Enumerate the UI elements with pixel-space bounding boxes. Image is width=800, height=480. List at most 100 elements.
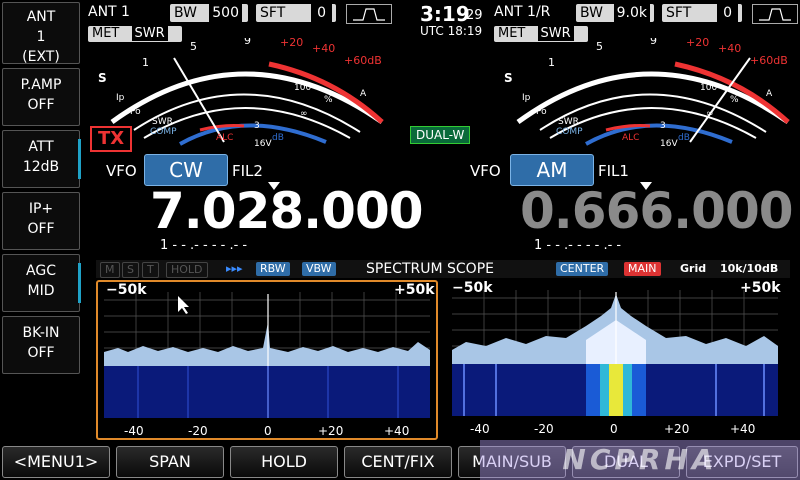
watermark: NCPRHA	[480, 440, 800, 480]
side-label: ATT	[28, 139, 54, 155]
bk-in-button[interactable]: BK-IN OFF	[2, 316, 80, 374]
svg-text:+60dB: +60dB	[750, 54, 788, 67]
svg-text:16V: 16V	[254, 139, 272, 148]
svg-text:100: 100	[294, 83, 311, 93]
preamp-button[interactable]: P.AMP OFF	[2, 68, 80, 126]
grid-label: Grid	[680, 262, 707, 275]
svg-text:3: 3	[660, 121, 666, 131]
sft-value: 0	[717, 4, 738, 22]
main-sft[interactable]: SFT 0	[256, 4, 336, 22]
vfo-label[interactable]: VFO	[470, 162, 501, 180]
sub-ant[interactable]: ANT 1/R	[494, 4, 550, 20]
svg-text:16V: 16V	[660, 139, 678, 148]
menu1-button[interactable]: <MENU1>	[2, 446, 110, 478]
side-label: AGC	[26, 263, 56, 279]
main-bw[interactable]: BW 500	[170, 4, 248, 22]
rbw-button[interactable]: RBW	[256, 262, 290, 276]
svg-text:%: %	[730, 95, 739, 105]
meter-s-label: S	[504, 71, 513, 85]
side-value: MID	[27, 283, 55, 299]
hold-button[interactable]: HOLD	[230, 446, 338, 478]
side-value: OFF	[27, 221, 55, 237]
svg-text:+20: +20	[686, 38, 709, 49]
svg-text:∞: ∞	[300, 109, 308, 119]
svg-text:A: A	[766, 89, 773, 99]
sft-value: 0	[311, 4, 332, 22]
filter-label[interactable]: FIL2	[232, 162, 263, 180]
main-ant[interactable]: ANT 1	[88, 4, 130, 20]
att-button[interactable]: ATT 12dB	[2, 130, 81, 188]
main-scope-button[interactable]: MAIN	[624, 262, 661, 276]
side-value: OFF	[27, 345, 55, 361]
side-label: IP+	[28, 201, 54, 217]
filter-shape-icon	[752, 4, 798, 24]
agc-indicator	[78, 263, 81, 303]
freq-main[interactable]: 7.028.000	[150, 182, 424, 240]
sub-meter: S Ip Po SWR COMP ALC 1 5 9 +20 +40 +60dB…	[504, 38, 790, 148]
svg-text:+40: +40	[718, 42, 741, 55]
sub-bw[interactable]: BW 9.0k	[576, 4, 654, 22]
center-mode-button[interactable]: CENTER	[556, 262, 609, 276]
scope-t: T	[142, 262, 159, 278]
freq-sub[interactable]: 0.666.000	[520, 182, 794, 240]
sft-label: SFT	[260, 5, 286, 21]
svg-text:+40: +40	[312, 42, 335, 55]
scope-right[interactable]: −50k +50k -40 -20 0 +20 +40	[446, 280, 790, 440]
tx-badge: TX	[90, 126, 133, 152]
scope-m: M	[100, 262, 120, 278]
meter-alc-label: ALC	[216, 133, 233, 143]
filter-label[interactable]: FIL1	[598, 162, 629, 180]
scope-tick: +20	[318, 424, 344, 438]
svg-text:COMP: COMP	[556, 127, 583, 137]
scope-toolbar: M S T HOLD ▸▸▸ RBW VBW SPECTRUM SCOPE CE…	[96, 260, 790, 278]
svg-text:9: 9	[650, 38, 657, 47]
side-menu: ANT 1 (EXT) P.AMP OFF ATT 12dB IP+ OFF A…	[0, 0, 82, 438]
side-label: ANT	[26, 9, 56, 25]
clock-utc: UTC 18:19	[420, 24, 483, 38]
clock-time: 3:19	[420, 2, 470, 26]
side-value: OFF	[27, 97, 55, 113]
side-value: 1	[36, 29, 46, 45]
cent-fix-button[interactable]: CENT/FIX	[344, 446, 452, 478]
svg-text:ALC: ALC	[622, 133, 639, 143]
svg-text:dB: dB	[272, 133, 284, 143]
scope-title: SPECTRUM SCOPE	[366, 261, 494, 277]
sub-sft[interactable]: SFT 0	[662, 4, 742, 22]
svg-text:1: 1	[142, 56, 149, 69]
ip-plus-button[interactable]: IP+ OFF	[2, 192, 80, 250]
scope-right-graph	[452, 290, 778, 416]
svg-text:Po: Po	[536, 107, 547, 117]
svg-text:5: 5	[190, 40, 197, 53]
side-label: P.AMP	[20, 77, 62, 93]
ant-button[interactable]: ANT 1 (EXT)	[2, 2, 80, 65]
svg-text:Ip: Ip	[522, 93, 531, 103]
scope-right-start: −50k	[452, 280, 493, 296]
scope-tick: -40	[124, 424, 144, 438]
svg-text:dB: dB	[678, 133, 690, 143]
scope-tick: +40	[730, 422, 756, 436]
scope-left[interactable]: −50k +50k -40 -20 0 +20 +40	[96, 280, 438, 440]
meter-po-label: Po	[130, 107, 141, 117]
scope-s: S	[122, 262, 139, 278]
att-indicator	[78, 139, 81, 179]
scope-right-end: +50k	[740, 280, 781, 296]
clock-seconds: 29	[466, 8, 483, 23]
svg-text:%: %	[324, 95, 333, 105]
meter-comp-label: COMP	[150, 127, 177, 137]
scope-tick: 0	[610, 422, 618, 436]
svg-text:9: 9	[244, 38, 251, 47]
side-value-2: (EXT)	[22, 49, 60, 65]
svg-text:SWR: SWR	[558, 117, 579, 127]
svg-text:∞: ∞	[706, 109, 714, 119]
bw-label: BW	[174, 5, 197, 21]
scope-tick: -20	[188, 424, 208, 438]
agc-button[interactable]: AGC MID	[2, 254, 81, 312]
svg-text:1: 1	[548, 56, 555, 69]
svg-text:A: A	[360, 89, 367, 99]
vfo-label[interactable]: VFO	[106, 162, 137, 180]
scope-tick: +40	[384, 424, 410, 438]
scope-tick: 0	[264, 424, 272, 438]
dual-watch-badge: DUAL-W	[410, 126, 471, 144]
vbw-button[interactable]: VBW	[302, 262, 336, 276]
span-button[interactable]: SPAN	[116, 446, 224, 478]
